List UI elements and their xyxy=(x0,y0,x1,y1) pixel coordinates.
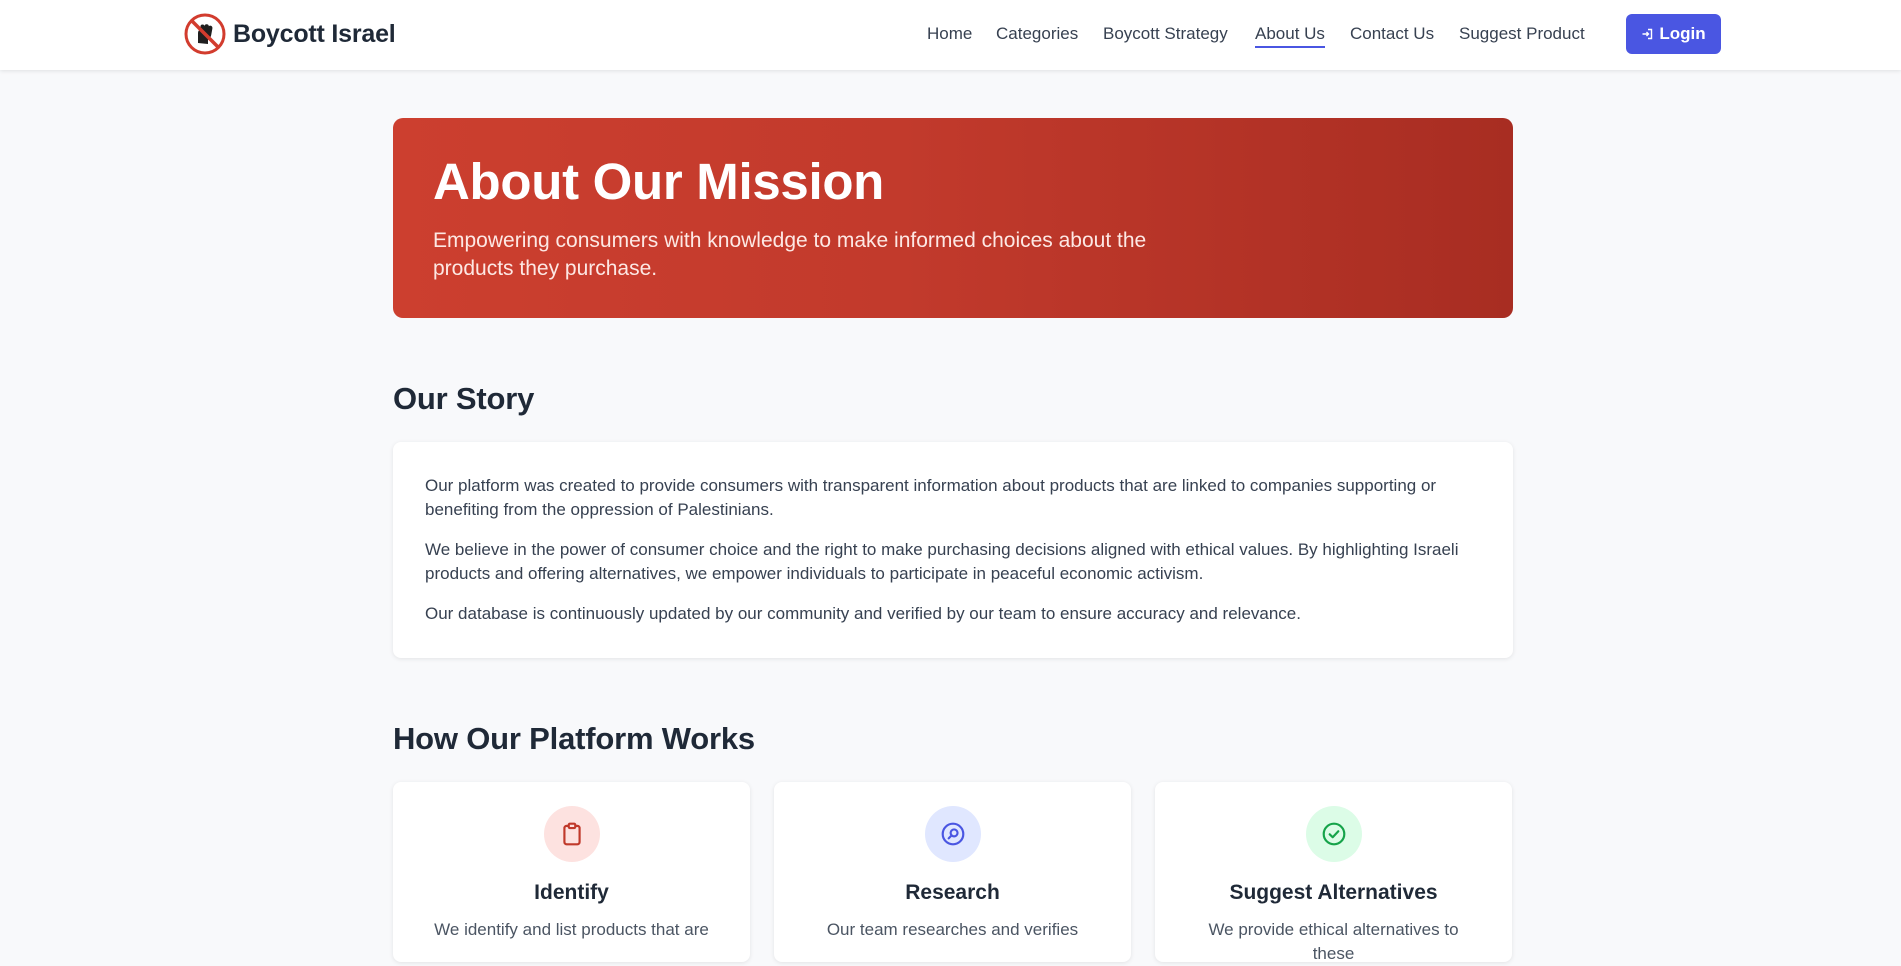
hero-subtitle: Empowering consumers with knowledge to m… xyxy=(433,228,1147,280)
feature-title: Research xyxy=(905,881,1000,904)
story-paragraph: Our database is continuously updated by … xyxy=(425,604,1301,623)
login-icon xyxy=(1641,28,1653,40)
login-button[interactable]: Login xyxy=(1626,14,1721,54)
nav-suggest-product[interactable]: Suggest Product xyxy=(1459,24,1585,44)
how-title: How Our Platform Works xyxy=(393,721,755,756)
login-label: Login xyxy=(1659,24,1706,43)
mission-hero: About Our Mission Empowering consumers w… xyxy=(393,118,1513,318)
nav-about-us[interactable]: About Us xyxy=(1255,24,1325,48)
feature-title: Identify xyxy=(534,881,609,904)
feature-card-identify: Identify We identify and list products t… xyxy=(393,782,750,962)
check-circle-icon xyxy=(1305,806,1362,862)
feature-description: Our team researches and verifies xyxy=(826,920,1079,939)
top-navbar: Boycott Israel Home Categories Boycott S… xyxy=(0,0,1901,70)
nav-categories[interactable]: Categories xyxy=(996,24,1078,44)
feature-card-suggest-alternatives: Suggest Alternatives We provide ethical … xyxy=(1155,782,1512,963)
feature-title: Suggest Alternatives xyxy=(1229,881,1438,904)
story-paragraph: We believe in the power of consumer choi… xyxy=(425,540,1459,583)
story-title: Our Story xyxy=(393,381,535,416)
nav-home[interactable]: Home xyxy=(927,24,972,44)
brand-name: Boycott Israel xyxy=(233,19,396,48)
nav-boycott-strategy[interactable]: Boycott Strategy xyxy=(1103,24,1228,44)
story-paragraph: Our platform was created to provide cons… xyxy=(425,476,1437,519)
clipboard-icon xyxy=(543,806,600,862)
search-icon xyxy=(924,806,981,862)
brand-link[interactable]: Boycott Israel xyxy=(184,13,396,55)
raised-fist-logo-icon xyxy=(184,13,226,55)
story-card: Our platform was created to provide cons… xyxy=(393,442,1513,658)
feature-description: We provide ethical alternatives to these xyxy=(1208,920,1459,963)
hero-title: About Our Mission xyxy=(433,153,885,210)
nav-contact-us[interactable]: Contact Us xyxy=(1350,24,1434,44)
feature-description: We identify and list products that are xyxy=(434,920,709,939)
feature-card-research: Research Our team researches and verifie… xyxy=(774,782,1131,962)
